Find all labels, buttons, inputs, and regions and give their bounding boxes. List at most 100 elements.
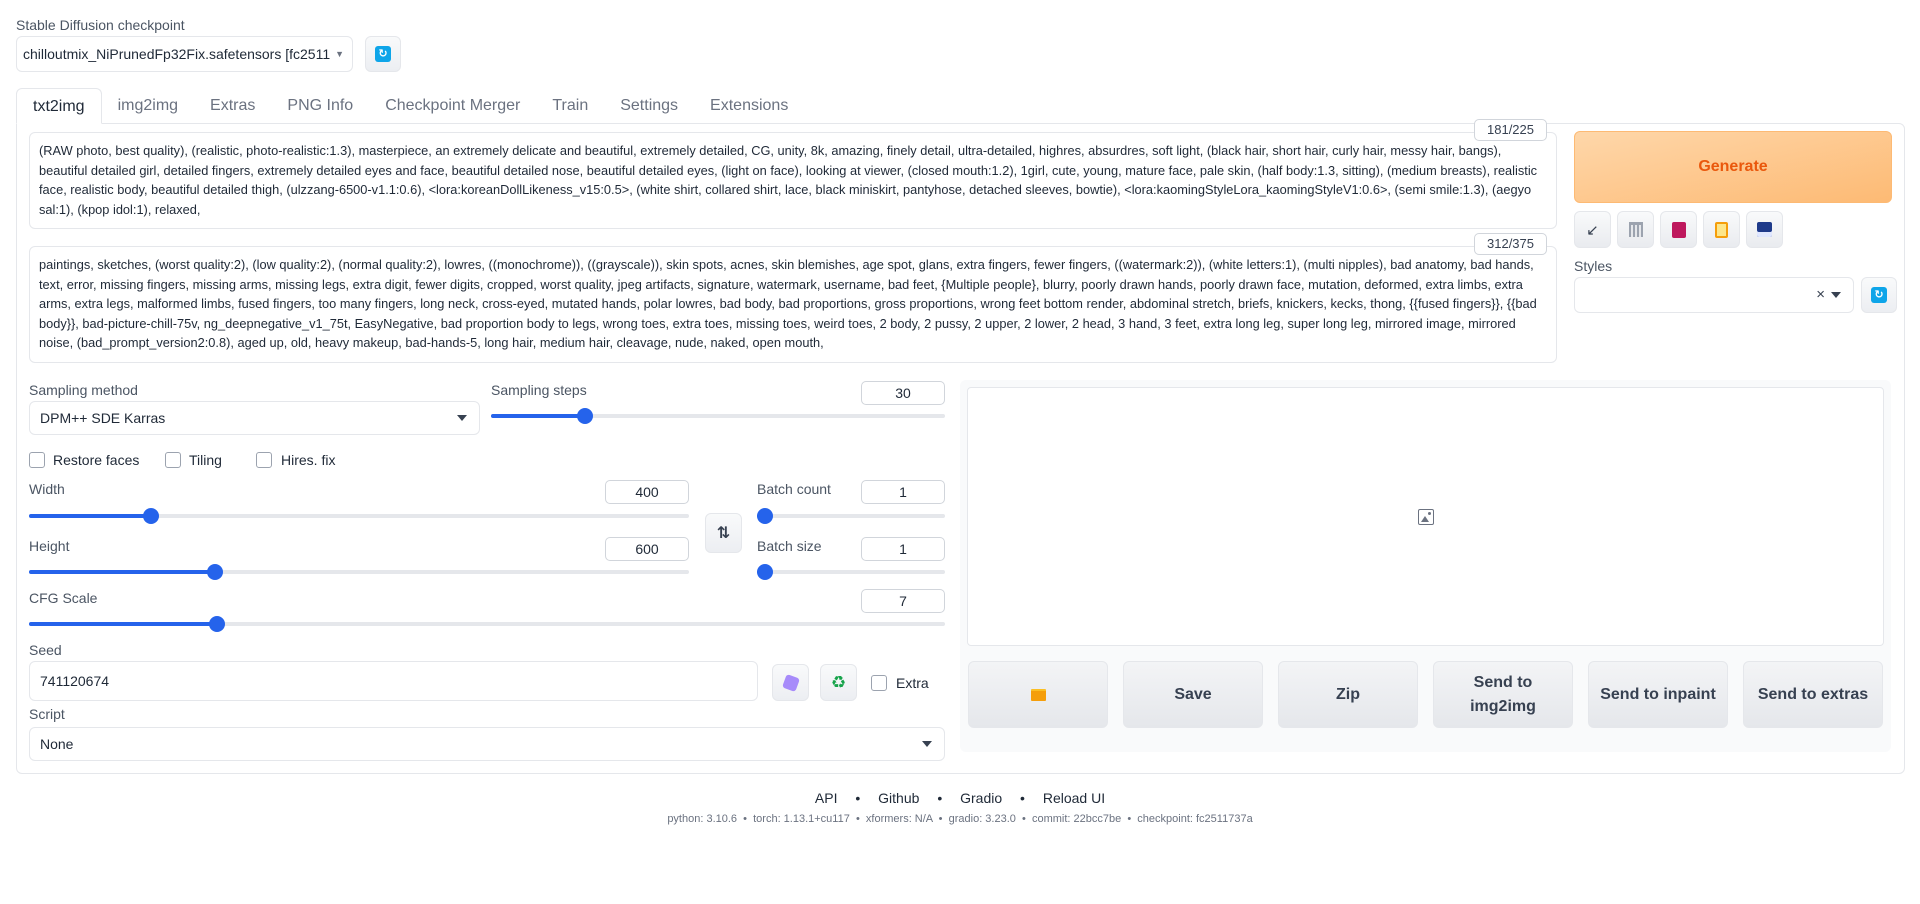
refresh-checkpoint-button[interactable]: ↻ [365,36,401,72]
width-input[interactable]: 400 [605,480,689,504]
script-label: Script [29,706,65,722]
footer-link-reload-ui[interactable]: Reload UI [1043,790,1105,806]
folder-icon [1030,688,1046,701]
tab-extensions[interactable]: Extensions [694,88,804,124]
seed-input[interactable]: 741120674 [29,661,758,701]
footer-link-gradio[interactable]: Gradio [960,790,1002,806]
random-seed-button[interactable] [772,664,809,701]
tab-settings[interactable]: Settings [604,88,694,124]
apply-styles-button[interactable] [1703,211,1740,248]
checkpoint-select[interactable]: chilloutmix_NiPrunedFp32Fix.safetensors … [16,36,353,72]
chevron-down-icon [1831,292,1841,298]
open-folder-button[interactable] [968,661,1108,728]
batch-count-input[interactable]: 1 [861,480,945,504]
slider-thumb[interactable] [757,564,773,580]
send-to-img2img-button[interactable]: Send to img2img [1433,661,1573,728]
generate-button[interactable]: Generate [1574,131,1892,203]
slider-thumb[interactable] [142,508,159,524]
height-slider[interactable] [29,563,689,581]
tab-img2img[interactable]: img2img [102,88,194,124]
restore-faces-checkbox[interactable] [29,452,45,468]
height-input[interactable]: 600 [605,537,689,561]
extra-seed-checkbox[interactable] [871,675,887,691]
sampling-method-label: Sampling method [29,382,138,398]
styles-label: Styles [1574,258,1613,274]
tab-extras[interactable]: Extras [194,88,271,124]
footer-link-github[interactable]: Github [878,790,919,806]
save-style-button[interactable] [1746,211,1783,248]
sampling-method-value: DPM++ SDE Karras [40,410,166,426]
chevron-down-icon: ▼ [335,49,344,59]
footer-version-info: python: 3.10.6 • torch: 1.13.1+cu117 • x… [667,813,1253,825]
hires-fix-checkbox[interactable] [256,452,272,468]
footer-links: API • Github • Gradio • Reload UI [0,790,1920,806]
prompt-token-counter: 181/225 [1474,119,1547,141]
sampling-steps-label: Sampling steps [491,382,587,398]
restore-faces-label: Restore faces [53,452,140,468]
negative-prompt-textarea[interactable]: paintings, sketches, (worst quality:2), … [29,246,1557,363]
swap-dimensions-button[interactable]: ⇅ [705,513,742,553]
tiling-checkbox[interactable] [165,452,181,468]
batch-size-label: Batch size [757,538,822,554]
send-to-inpaint-button[interactable]: Send to inpaint [1588,661,1728,728]
batch-size-slider[interactable] [757,563,945,581]
send-to-extras-button[interactable]: Send to extras [1743,661,1883,728]
width-label: Width [29,481,65,497]
extra-seed-label: Extra [896,675,929,691]
refresh-styles-button[interactable]: ↻ [1861,277,1897,313]
output-gallery [967,387,1884,646]
save-icon [1757,222,1772,237]
cfg-scale-input[interactable]: 7 [861,589,945,613]
slider-thumb[interactable] [207,564,224,580]
clear-prompt-button[interactable] [1617,211,1654,248]
footer-separator: • [1020,790,1025,806]
refresh-icon: ↻ [375,46,391,62]
read-params-button[interactable]: ↙ [1574,211,1611,248]
cfg-scale-label: CFG Scale [29,590,98,606]
slider-thumb[interactable] [576,408,593,424]
prompt-textarea[interactable]: (RAW photo, best quality), (realistic, p… [29,132,1557,229]
sampling-steps-slider[interactable] [491,407,945,425]
reuse-seed-button[interactable]: ♻ [820,664,857,701]
style-card-icon [1671,221,1686,238]
negative-prompt-token-counter: 312/375 [1474,233,1547,255]
height-label: Height [29,538,70,554]
checkpoint-value: chilloutmix_NiPrunedFp32Fix.safetensors … [23,46,331,62]
zip-button[interactable]: Zip [1278,661,1418,728]
tab-txt2img[interactable]: txt2img [16,88,102,124]
recycle-icon: ♻ [830,672,847,692]
image-icon [1418,509,1434,525]
clear-icon[interactable]: × [1816,286,1825,303]
seed-label: Seed [29,642,62,658]
arrow-icon: ↙ [1586,221,1599,239]
batch-count-label: Batch count [757,481,831,497]
tab-png-info[interactable]: PNG Info [271,88,369,124]
tab-checkpoint-merger[interactable]: Checkpoint Merger [369,88,536,124]
sampling-steps-input[interactable]: 30 [861,381,945,405]
chevron-down-icon [457,415,467,421]
sampling-method-select[interactable]: DPM++ SDE Karras [29,401,480,435]
trash-icon [1628,222,1643,237]
script-value: None [40,736,74,752]
footer-separator: • [937,790,943,806]
tiling-label: Tiling [189,452,222,468]
slider-thumb[interactable] [757,508,773,524]
save-button[interactable]: Save [1123,661,1263,728]
refresh-icon: ↻ [1871,287,1887,303]
script-select[interactable]: None [29,727,945,761]
batch-count-slider[interactable] [757,507,945,525]
styles-select[interactable]: × [1574,277,1854,313]
slider-thumb[interactable] [209,616,225,632]
checkpoint-label: Stable Diffusion checkpoint [16,17,185,33]
cfg-scale-slider[interactable] [29,615,945,633]
extra-networks-button[interactable] [1660,211,1697,248]
batch-size-input[interactable]: 1 [861,537,945,561]
clipboard-icon [1715,221,1728,238]
width-slider[interactable] [29,507,689,525]
tab-train[interactable]: Train [536,88,604,124]
tab-bar: txt2img img2img Extras PNG Info Checkpoi… [16,88,804,124]
chevron-down-icon [922,741,932,747]
swap-icon: ⇅ [716,525,731,542]
footer-link-api[interactable]: API [815,790,838,806]
hires-fix-label: Hires. fix [281,452,336,468]
